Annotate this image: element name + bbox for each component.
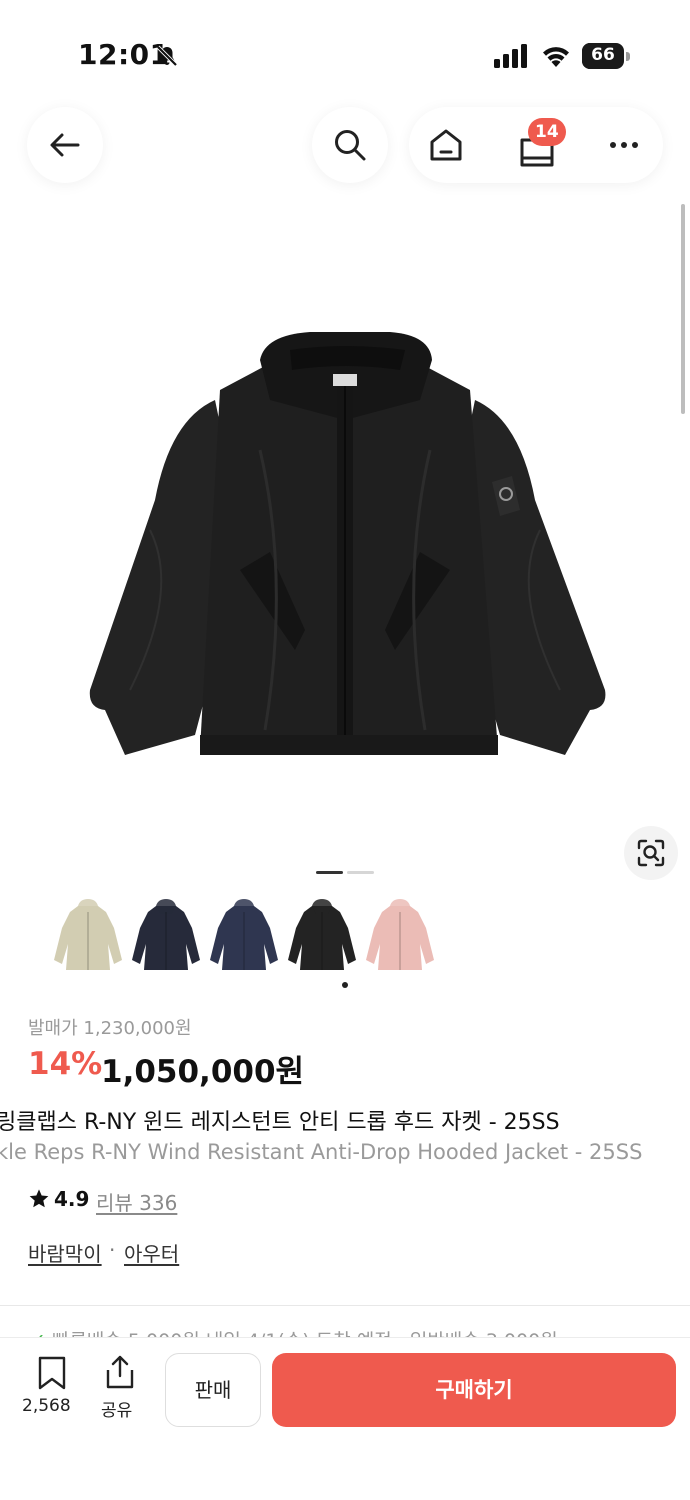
rating-value: 4.9 [54, 1187, 90, 1211]
wifi-icon [543, 47, 569, 67]
status-bar: 12:01 66 [0, 0, 690, 100]
product-image[interactable] [60, 330, 630, 760]
arrow-left-icon [50, 133, 80, 157]
image-search-button[interactable] [624, 826, 678, 880]
color-thumbnail-beige[interactable] [48, 898, 128, 976]
discount-rate: 14% [28, 1046, 103, 1082]
color-options [48, 898, 478, 978]
cellular-signal-icon [494, 44, 527, 68]
product-title-korean: 링클랩스 R-NY 윈드 레지스턴트 안티 드롭 후드 자켓 - 25SS [0, 1110, 560, 1135]
scrollbar[interactable] [681, 204, 685, 414]
cart-badge: 14 [528, 118, 566, 146]
home-icon[interactable] [426, 125, 466, 165]
category-link-windbreaker[interactable]: 바람막이 [28, 1238, 102, 1267]
product-title-english: kle Reps R-NY Wind Resistant Anti-Drop H… [0, 1140, 643, 1164]
buy-button[interactable]: 구매하기 [272, 1353, 676, 1427]
star-icon [29, 1189, 49, 1208]
sell-button[interactable]: 판매 [165, 1353, 261, 1427]
color-thumbnail-pink[interactable] [360, 898, 440, 976]
more-horizontal-icon[interactable] [604, 125, 644, 165]
share-icon[interactable] [104, 1354, 136, 1390]
original-price: 발매가 1,230,000원 [28, 1018, 192, 1039]
search-icon [335, 130, 366, 161]
search-button[interactable] [312, 107, 388, 183]
selected-thumbnail-indicator [342, 982, 348, 988]
share-label: 공유 [101, 1401, 133, 1421]
battery-level-text: 66 [591, 45, 615, 65]
bookmark-icon[interactable] [37, 1356, 67, 1390]
divider [0, 1305, 690, 1306]
color-thumbnail-navy[interactable] [204, 898, 284, 976]
page-dot-2 [347, 871, 374, 874]
back-button[interactable] [27, 107, 103, 183]
review-link[interactable]: 리뷰 336 [96, 1187, 177, 1216]
sale-price: 1,050,000원 [101, 1054, 305, 1090]
battery-icon: 66 [582, 43, 630, 69]
color-thumbnail-black[interactable] [282, 898, 362, 976]
category-link-outer[interactable]: 아우터 [124, 1238, 179, 1267]
bookmark-count: 2,568 [22, 1396, 71, 1416]
bell-off-icon [156, 45, 178, 67]
category-separator: · [109, 1238, 116, 1262]
color-thumbnail-navy-dark[interactable] [126, 898, 206, 976]
page-dot-1 [316, 871, 343, 874]
image-search-icon [637, 839, 665, 867]
